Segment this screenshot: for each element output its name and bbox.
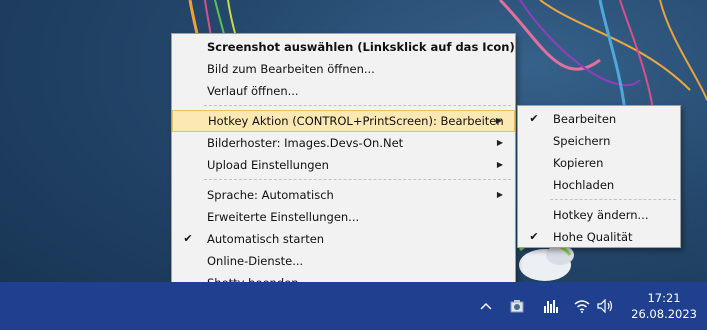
checkmark-icon: ✔	[529, 112, 539, 125]
menu-item-upload-einstellungen[interactable]: Upload Einstellungen ▶	[172, 154, 515, 176]
menu-item-label: Hotkey Aktion (CONTROL+PrintScreen): Bea…	[208, 114, 504, 128]
menu-item-label: Online-Dienste...	[207, 254, 304, 268]
taskbar: 17:21 26.08.2023	[0, 282, 707, 330]
menu-item-label: Hohe Qualität	[553, 230, 633, 244]
hotkey-action-submenu: ✔ Bearbeiten Speichern Kopieren Hochladen Hot…	[517, 105, 681, 248]
menu-item-screenshot-auswählen-linksklick-auf-das-icon[interactable]: Screenshot auswählen (Linksklick auf das…	[172, 36, 515, 58]
submenu-arrow-icon: ▶	[495, 116, 502, 125]
menu-item-label: Upload Einstellungen	[207, 158, 329, 172]
clock-time: 17:21	[647, 291, 681, 305]
submenu-arrow-icon: ▶	[496, 190, 503, 199]
menu-item-bearbeiten[interactable]: ✔ Bearbeiten	[518, 108, 680, 130]
menu-item-speichern[interactable]: Speichern	[518, 130, 680, 152]
menu-item-hotkey-ändern[interactable]: Hotkey ändern...	[518, 204, 680, 226]
menu-item-label: Sprache: Automatisch	[207, 188, 334, 202]
menu-separator	[204, 179, 511, 181]
menu-item-label: Hotkey ändern...	[553, 208, 649, 222]
submenu-arrow-icon: ▶	[496, 160, 503, 169]
menu-item-hohe-qualität[interactable]: ✔ Hohe Qualität	[518, 226, 680, 248]
menu-item-label: Screenshot auswählen (Linksklick auf das…	[207, 40, 515, 54]
checkmark-icon: ✔	[529, 230, 539, 243]
menu-item-verlauf-öffnen[interactable]: Verlauf öffnen...	[172, 80, 515, 102]
menu-item-bild-zum-bearbeiten-öffnen[interactable]: Bild zum Bearbeiten öffnen...	[172, 58, 515, 80]
menu-separator	[550, 199, 676, 201]
equalizer-tray-icon[interactable]	[540, 282, 562, 330]
menu-item-label: Speichern	[553, 134, 611, 148]
submenu-arrow-icon: ▶	[496, 138, 503, 147]
wifi-icon[interactable]	[572, 282, 592, 330]
show-hidden-icons-icon[interactable]	[476, 282, 496, 330]
context-menu: Screenshot auswählen (Linksklick auf das…	[171, 33, 516, 290]
menu-item-hochladen[interactable]: Hochladen	[518, 174, 680, 196]
menu-item-label: Hochladen	[553, 178, 615, 192]
shotty-tray-icon[interactable]	[506, 282, 528, 330]
clock-date: 26.08.2023	[631, 307, 697, 321]
menu-item-erweiterte-einstellungen[interactable]: Erweiterte Einstellungen...	[172, 206, 515, 228]
menu-item-bilderhoster-images-devs-on-net[interactable]: Bilderhoster: Images.Devs-On.Net ▶	[172, 132, 515, 154]
menu-item-label: Bilderhoster: Images.Devs-On.Net	[207, 136, 404, 150]
menu-item-kopieren[interactable]: Kopieren	[518, 152, 680, 174]
volume-icon[interactable]	[595, 282, 617, 330]
menu-item-label: Automatisch starten	[207, 232, 325, 246]
menu-item-sprache-automatisch[interactable]: Sprache: Automatisch ▶	[172, 184, 515, 206]
menu-item-label: Verlauf öffnen...	[207, 84, 299, 98]
menu-item-hotkey-aktion-control-printscreen-bearbeiten[interactable]: Hotkey Aktion (CONTROL+PrintScreen): Bea…	[172, 110, 515, 132]
menu-item-online-dienste[interactable]: Online-Dienste...	[172, 250, 515, 272]
menu-item-label: Erweiterte Einstellungen...	[207, 210, 360, 224]
menu-item-label: Bearbeiten	[553, 112, 617, 126]
menu-separator	[204, 105, 511, 107]
menu-item-label: Kopieren	[553, 156, 604, 170]
menu-item-automatisch-starten[interactable]: ✔ Automatisch starten	[172, 228, 515, 250]
taskbar-clock[interactable]: 17:21 26.08.2023	[631, 290, 697, 322]
menu-item-label: Bild zum Bearbeiten öffnen...	[207, 62, 375, 76]
checkmark-icon: ✔	[183, 232, 193, 245]
